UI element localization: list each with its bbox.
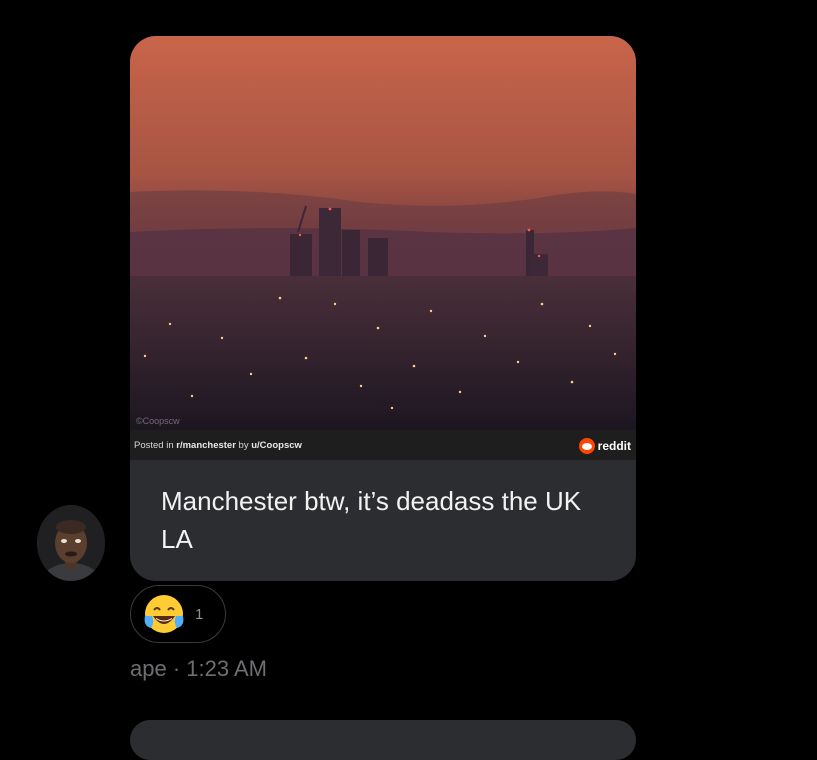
preview-source-bar[interactable]: Posted in r/manchester by u/Coopscw redd… xyxy=(130,430,636,460)
reaction-count: 1 xyxy=(195,606,204,623)
reddit-logo-icon xyxy=(578,438,595,454)
sender-avatar[interactable] xyxy=(37,505,105,581)
message-time: 1:23 AM xyxy=(186,656,267,681)
posted-prefix: Posted in xyxy=(134,440,177,451)
subreddit-link[interactable]: r/manchester xyxy=(176,440,236,451)
next-message-bubble[interactable] xyxy=(130,720,636,760)
source-name: reddit xyxy=(597,439,631,453)
sender-name[interactable]: ape xyxy=(130,656,167,681)
posted-by-prefix: by xyxy=(235,440,252,451)
posted-in-line: Posted in r/manchester by u/Coopscw xyxy=(134,440,302,451)
reaction-pill[interactable]: 1 xyxy=(130,585,226,643)
message-text: Manchester btw, it’s deadass the UK LA xyxy=(161,486,582,554)
meta-separator: · xyxy=(166,656,187,681)
link-preview-message[interactable]: ©Coopscw Posted in r/manchester by u/Coo… xyxy=(130,36,636,581)
face-with-tears-of-joy-icon xyxy=(144,595,184,633)
preview-image[interactable]: ©Coopscw xyxy=(130,36,636,430)
author-link[interactable]: u/Coopscw xyxy=(251,440,302,451)
image-watermark: ©Coopscw xyxy=(136,416,180,426)
reddit-badge: reddit xyxy=(578,438,631,454)
sender-timestamp-line: ape · 1:23 AM xyxy=(130,656,267,682)
